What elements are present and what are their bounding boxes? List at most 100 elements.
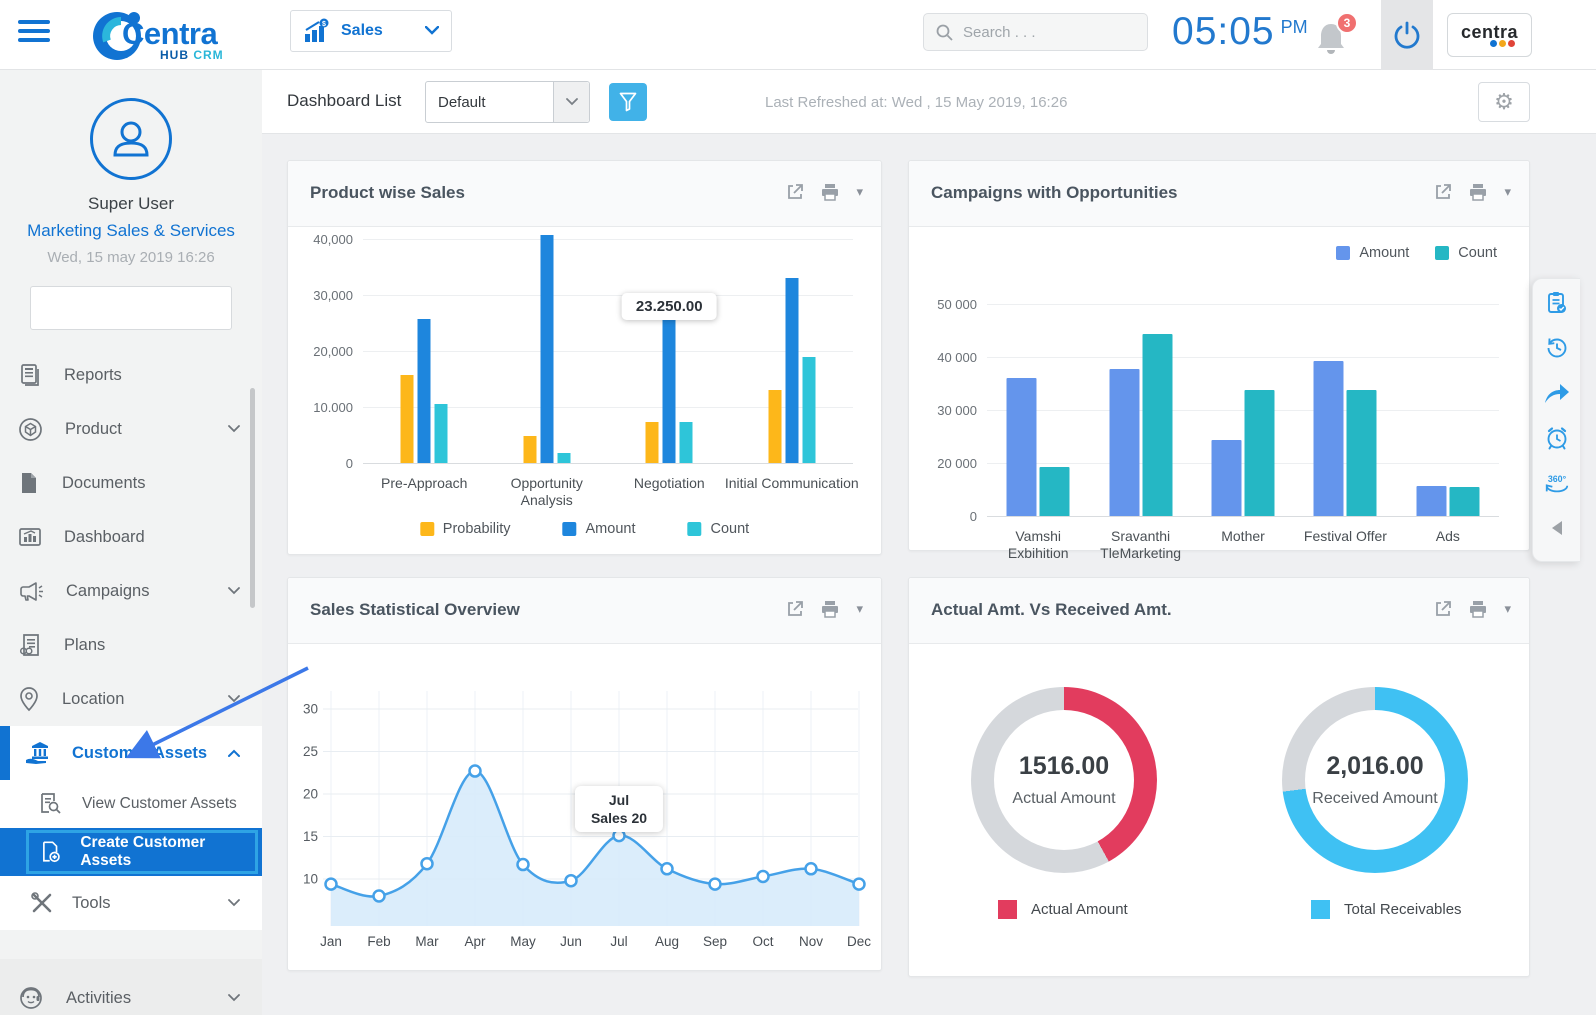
sidebar-item-location[interactable]: Location: [0, 672, 262, 726]
hamburger-menu-icon[interactable]: [18, 20, 50, 46]
dashboard-chart-icon: [19, 528, 41, 546]
legend-item-amount[interactable]: Amount: [562, 521, 635, 537]
bar-amount[interactable]: [785, 278, 799, 463]
line-point[interactable]: [804, 862, 818, 876]
line-point[interactable]: [420, 856, 434, 871]
y-axis-tick-label: 30,000: [313, 288, 353, 303]
avatar[interactable]: [90, 98, 172, 180]
y-axis-tick-label: 30: [303, 702, 318, 717]
open-in-new-icon[interactable]: [786, 183, 804, 201]
sidebar-item-customer-assets[interactable]: Customer Assets: [0, 726, 262, 780]
bar-count[interactable]: [1142, 334, 1173, 516]
rotate-360-icon[interactable]: 360°: [1543, 469, 1571, 497]
legend-item-count[interactable]: Count: [1435, 245, 1497, 261]
category-label: Ads: [1435, 528, 1460, 544]
open-in-new-icon[interactable]: [786, 600, 804, 618]
caret-down-icon[interactable]: ▾: [856, 184, 863, 200]
module-selector[interactable]: $ Sales: [290, 10, 452, 52]
bar-count[interactable]: [1449, 487, 1480, 516]
y-axis-tick-label: 0: [345, 456, 353, 471]
bar-count[interactable]: [802, 357, 816, 463]
bar-count[interactable]: [434, 404, 448, 463]
bar-amount[interactable]: [417, 319, 431, 463]
sidebar-item-documents[interactable]: Documents: [0, 456, 262, 510]
bar-count[interactable]: [1346, 390, 1377, 516]
line-point[interactable]: [324, 877, 338, 891]
account-logo-badge[interactable]: centra: [1447, 13, 1532, 57]
legend-swatch: [687, 522, 702, 536]
line-point[interactable]: [372, 889, 386, 903]
y-axis-tick-label: 0: [969, 509, 977, 524]
line-point[interactable]: [852, 877, 866, 891]
sidebar-item-plans[interactable]: Plans: [0, 618, 262, 672]
clipboard-check-icon[interactable]: [1543, 289, 1571, 317]
bar-amount[interactable]: [1006, 378, 1037, 516]
y-axis-tick-label: 20 000: [937, 456, 977, 471]
sidebar-item-campaigns[interactable]: Campaigns: [0, 564, 262, 618]
chevron-down-icon: [228, 420, 240, 438]
bar-amount[interactable]: [1313, 361, 1344, 516]
bar-amount[interactable]: [1211, 440, 1242, 516]
caret-down-icon[interactable]: ▾: [1504, 601, 1511, 617]
legend-item-actual-amount[interactable]: Actual Amount: [998, 900, 1128, 919]
legend-item-count[interactable]: Count: [687, 521, 749, 537]
legend-item-total-receivables[interactable]: Total Receivables: [1311, 900, 1462, 919]
collapse-panel-icon[interactable]: [1543, 514, 1571, 542]
bar-count[interactable]: [679, 422, 693, 463]
line-point[interactable]: [660, 862, 674, 876]
sidebar-item-dashboard[interactable]: Dashboard: [0, 510, 262, 564]
sidebar-item-create-customer-assets[interactable]: Create Customer Assets: [0, 828, 262, 876]
bar-count[interactable]: [1244, 390, 1275, 516]
print-icon[interactable]: [1468, 600, 1488, 618]
search-input[interactable]: [963, 23, 1123, 41]
line-point[interactable]: [468, 764, 482, 778]
filter-button[interactable]: [609, 83, 647, 121]
account-logo-text: centra: [1460, 21, 1519, 42]
bar-count[interactable]: [1039, 467, 1070, 516]
legend-item-amount[interactable]: Amount: [1336, 245, 1409, 261]
print-icon[interactable]: [1468, 183, 1488, 201]
card-title: Product wise Sales: [310, 183, 465, 202]
bar-count[interactable]: [557, 453, 571, 463]
sidebar-search-input[interactable]: [43, 300, 224, 316]
print-icon[interactable]: [820, 183, 840, 201]
bar-probability[interactable]: [645, 422, 659, 463]
bars: [523, 235, 571, 463]
bar-amount[interactable]: [1109, 369, 1140, 516]
notifications-button[interactable]: 3: [1312, 12, 1358, 60]
caret-down-icon[interactable]: ▾: [856, 601, 863, 617]
chevron-up-icon: [228, 744, 240, 762]
line-point[interactable]: [708, 877, 722, 891]
bar-amount[interactable]: [540, 235, 554, 463]
sidebar-item-product[interactable]: Product: [0, 402, 262, 456]
sidebar-scrollbar[interactable]: [250, 388, 255, 608]
bar-probability[interactable]: [768, 390, 782, 463]
line-point[interactable]: [516, 857, 530, 872]
bar-amount[interactable]: [1416, 486, 1447, 516]
line-point[interactable]: [564, 873, 578, 888]
line-point[interactable]: [756, 869, 770, 884]
card-header: Actual Amt. Vs Received Amt. ▾: [909, 578, 1529, 644]
bar-probability[interactable]: [523, 436, 537, 463]
user-department[interactable]: Marketing Sales & Services: [0, 221, 262, 241]
dashboard-select[interactable]: Default: [425, 81, 590, 123]
open-in-new-icon[interactable]: [1434, 600, 1452, 618]
bars: [1416, 486, 1480, 516]
share-arrow-icon[interactable]: [1543, 379, 1571, 407]
settings-button[interactable]: ⚙: [1478, 82, 1530, 122]
svg-text:360°: 360°: [1547, 474, 1566, 484]
caret-down-icon[interactable]: ▾: [1504, 184, 1511, 200]
legend-item-probability[interactable]: Probability: [419, 521, 511, 537]
user-profile-block: Super User Marketing Sales & Services We…: [0, 70, 262, 266]
sidebar-item-reports[interactable]: Reports: [0, 348, 262, 402]
sidebar-item-view-customer-assets[interactable]: View Customer Assets: [0, 780, 262, 828]
sidebar-item-activities[interactable]: Activities: [0, 971, 262, 1015]
bar-amount[interactable]: [662, 305, 676, 463]
alarm-clock-icon[interactable]: [1543, 424, 1571, 452]
logout-power-button[interactable]: [1381, 0, 1433, 70]
history-clock-icon[interactable]: [1543, 334, 1571, 362]
bar-probability[interactable]: [400, 375, 414, 463]
sidebar-item-tools[interactable]: Tools: [0, 876, 262, 930]
print-icon[interactable]: [820, 600, 840, 618]
open-in-new-icon[interactable]: [1434, 183, 1452, 201]
